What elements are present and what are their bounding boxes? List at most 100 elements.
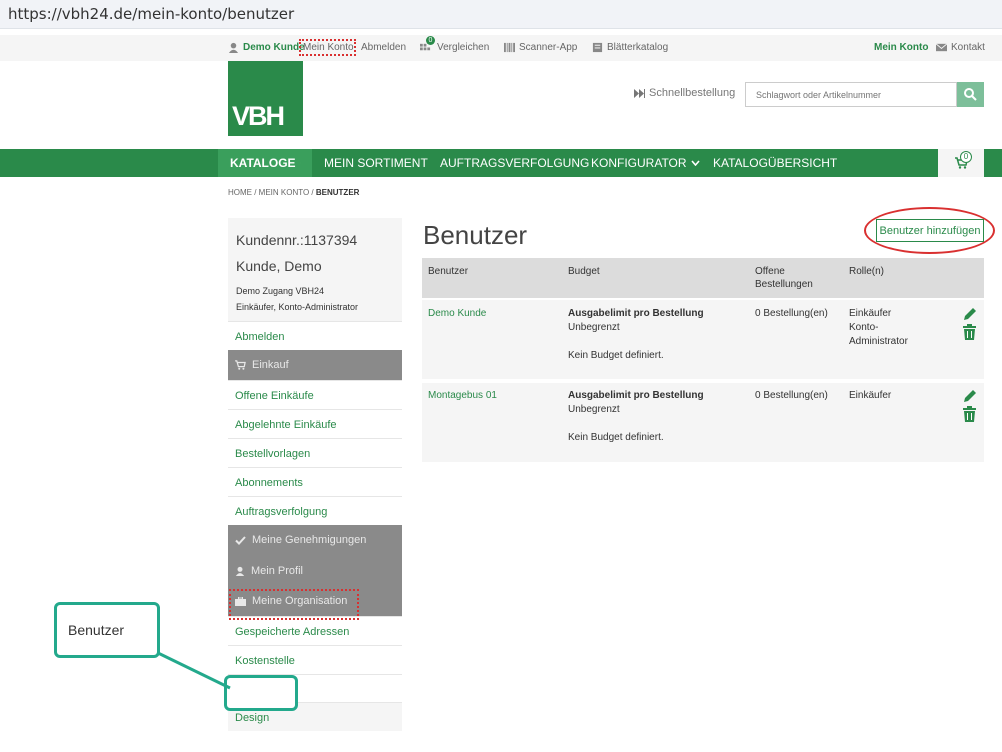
pencil-icon[interactable] — [962, 389, 977, 404]
url-text: https://vbh24.de/mein-konto/benutzer — [8, 5, 295, 23]
blaetterkatalog-link[interactable]: Blätterkatalog — [592, 42, 668, 53]
logo-text: VBH — [232, 101, 285, 131]
user-link[interactable]: Demo Kunde — [228, 42, 305, 53]
customer-number: Kundennr.:1137394 — [236, 232, 358, 248]
role-line1: Einkäufer — [849, 390, 892, 401]
customer-info: Kundennr.:1137394 Kunde, Demo Demo Zugan… — [228, 218, 402, 321]
role-line2: Konto- — [849, 322, 879, 333]
kontakt-link[interactable]: Kontakt — [936, 42, 985, 53]
user-icon — [228, 42, 239, 53]
callout-label: Benutzer — [68, 622, 125, 638]
search-input[interactable] — [745, 82, 957, 107]
schnellbestellung-label: Schnellbestellung — [649, 87, 736, 99]
users-table-header: Benutzer Budget Offene Bestellungen Roll… — [422, 258, 984, 298]
role-line3: Administrator — [849, 336, 908, 347]
customer-name: Kunde, Demo — [236, 258, 322, 274]
column-header-offene: Offene Bestellungen — [755, 265, 813, 291]
account-sidebar: Kundennr.:1137394 Kunde, Demo Demo Zugan… — [228, 218, 402, 731]
user-icon — [235, 566, 245, 576]
account-roles: Einkäufer, Konto-Administrator — [236, 302, 359, 312]
scanner-label: Scanner-App — [519, 42, 578, 53]
user-name: Demo Kunde — [243, 42, 305, 53]
table-row: Montagebus 01 Ausgabelimit pro Bestellun… — [422, 383, 984, 462]
sidebar-section-einkauf[interactable]: Einkauf — [228, 350, 402, 380]
nav-konfigurator-label: Konfigurator — [591, 156, 687, 170]
callout-connector — [155, 650, 231, 690]
limit-label: Ausgabelimit pro Bestellung — [568, 390, 704, 401]
budget-cell: Ausgabelimit pro Bestellung Unbegrenzt K… — [568, 389, 704, 445]
page-title: Benutzer — [423, 220, 528, 250]
table-row: Demo Kunde Ausgabelimit pro Bestellung U… — [422, 300, 984, 379]
roles-cell: Einkäufer — [849, 389, 891, 403]
vergleichen-label: Vergleichen — [437, 42, 490, 53]
genehmigungen-label: Meine Genehmigungen — [252, 534, 367, 546]
schnellbestellung-link[interactable]: Schnellbestellung — [634, 87, 735, 99]
search-icon — [964, 88, 977, 101]
blaetter-label: Blätterkatalog — [607, 42, 669, 53]
highlight-meine-organisation — [229, 589, 359, 620]
einkauf-label: Einkauf — [252, 359, 289, 371]
breadcrumb-current: BENUTZER — [315, 188, 360, 197]
breadcrumb: HOME / MEIN KONTO / BENUTZER — [228, 188, 360, 197]
cart-count-badge: 0 — [960, 151, 972, 163]
chevron-down-icon — [690, 160, 700, 166]
sidebar-section-genehmigungen[interactable]: Meine Genehmigungen — [228, 525, 402, 555]
sidebar-item-kostenstelle[interactable]: Kostenstelle — [228, 645, 402, 674]
cart-icon — [235, 360, 246, 370]
vbh-logo[interactable]: VBH — [228, 61, 303, 136]
budget-note: Kein Budget definiert. — [568, 350, 664, 361]
nav-mein-sortiment[interactable]: Mein Sortiment — [324, 149, 428, 177]
trash-icon[interactable] — [962, 324, 977, 340]
nav-kataloge-label: Kataloge — [230, 156, 296, 170]
fast-forward-icon — [634, 88, 645, 98]
column-header-offene-line2: Bestellungen — [755, 279, 813, 290]
sidebar-item-gespeicherte-adressen[interactable]: Gespeicherte Adressen — [228, 616, 402, 645]
trash-icon[interactable] — [962, 406, 977, 422]
user-name-link[interactable]: Demo Kunde — [428, 307, 486, 321]
orders-cell: 0 Bestellung(en) — [755, 390, 828, 401]
vergleichen-link[interactable]: 0 Vergleichen — [420, 36, 490, 53]
nav-kataloge[interactable]: Kataloge — [218, 149, 312, 177]
sidebar-section-profil[interactable]: Mein Profil — [228, 555, 402, 586]
kontakt-label: Kontakt — [951, 42, 985, 53]
roles-cell: Einkäufer Konto- Administrator — [849, 307, 908, 349]
sidebar-item-abmelden[interactable]: Abmelden — [228, 321, 402, 350]
pencil-icon[interactable] — [962, 307, 977, 322]
nav-auftragsverfolgung[interactable]: Auftragsverfolgung — [440, 149, 589, 177]
nav-konfigurator[interactable]: Konfigurator — [591, 149, 700, 177]
limit-value: Unbegrenzt — [568, 322, 620, 333]
sidebar-item-abonnements[interactable]: Abonnements — [228, 467, 402, 496]
breadcrumb-konto[interactable]: MEIN KONTO — [259, 188, 310, 197]
breadcrumb-home[interactable]: HOME — [228, 188, 252, 197]
mein-konto-right-link[interactable]: Mein Konto — [874, 42, 928, 53]
sidebar-item-abgelehnte-einkaeufe[interactable]: Abgelehnte Einkäufe — [228, 409, 402, 438]
sidebar-item-offene-einkaeufe[interactable]: Offene Einkäufe — [228, 380, 402, 409]
highlight-mein-konto — [299, 39, 356, 56]
role-line1: Einkäufer — [849, 308, 892, 319]
add-user-button[interactable]: Benutzer hinzufügen — [876, 219, 984, 242]
user-name-link[interactable]: Montagebus 01 — [428, 389, 497, 403]
sidebar-item-bestellvorlagen[interactable]: Bestellvorlagen — [228, 438, 402, 467]
search-button[interactable] — [957, 82, 984, 107]
sidebar-item-auftragsverfolgung[interactable]: Auftragsverfolgung — [228, 496, 402, 525]
compare-count-badge: 0 — [426, 36, 435, 45]
abmelden-link[interactable]: Abmelden — [361, 42, 406, 53]
budget-cell: Ausgabelimit pro Bestellung Unbegrenzt K… — [568, 307, 704, 363]
catalog-icon — [592, 42, 603, 53]
top-utility-bar — [0, 35, 1002, 61]
limit-value: Unbegrenzt — [568, 404, 620, 415]
column-header-offene-line1: Offene — [755, 266, 785, 277]
cart-button[interactable]: 0 — [938, 149, 984, 177]
orders-cell: 0 Bestellung(en) — [755, 308, 828, 319]
mail-icon — [936, 43, 947, 52]
column-header-user: Benutzer — [428, 266, 469, 277]
barcode-icon — [504, 42, 515, 53]
row-actions — [962, 389, 977, 422]
account-access: Demo Zugang VBH24 — [236, 286, 325, 296]
browser-address-bar[interactable]: https://vbh24.de/mein-konto/benutzer — [0, 0, 1002, 29]
column-header-budget: Budget — [568, 266, 600, 277]
scanner-app-link[interactable]: Scanner-App — [504, 42, 577, 53]
nav-katalogubersicht[interactable]: Katalogübersicht — [713, 149, 837, 177]
limit-label: Ausgabelimit pro Bestellung — [568, 308, 704, 319]
row-actions — [962, 307, 977, 340]
